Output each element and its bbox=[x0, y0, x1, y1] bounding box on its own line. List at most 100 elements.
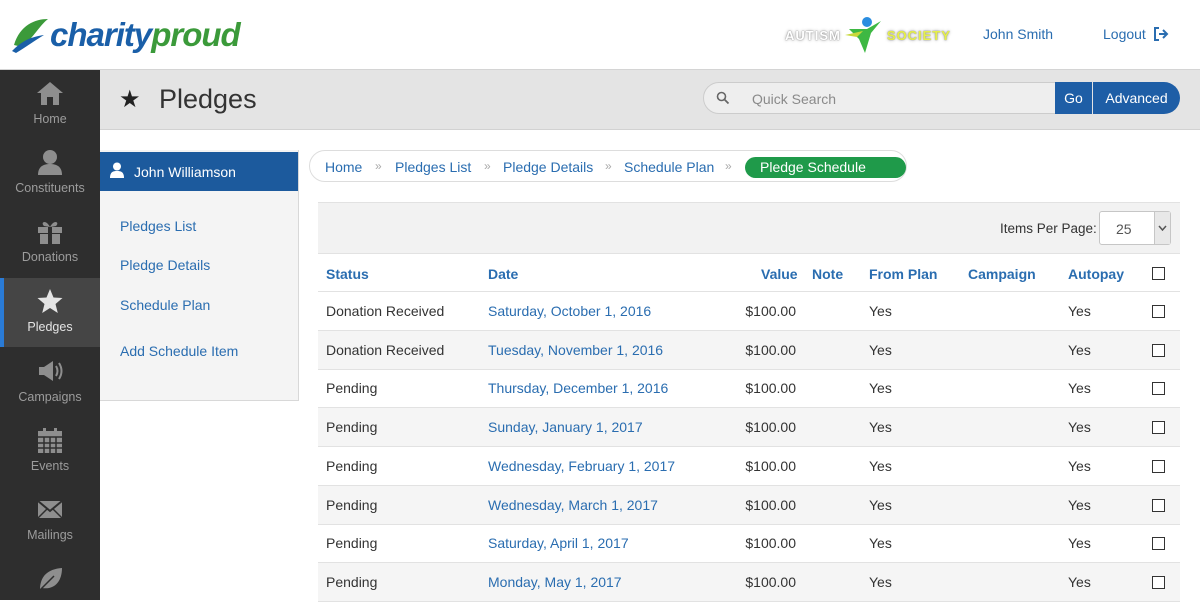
cell-date[interactable]: Saturday, April 1, 2017 bbox=[488, 535, 629, 551]
column-from-plan[interactable]: From Plan bbox=[869, 266, 937, 282]
person-icon bbox=[38, 150, 62, 175]
logout-icon bbox=[1153, 27, 1169, 41]
charityproud-logo[interactable]: charityproud bbox=[10, 12, 241, 58]
column-campaign[interactable]: Campaign bbox=[968, 266, 1036, 282]
table-row[interactable]: Pending Saturday, April 1, 2017 $100.00 Yes… bbox=[318, 524, 1180, 564]
cell-value: $100.00 bbox=[745, 496, 796, 513]
breadcrumb-pledge-details[interactable]: Pledge Details bbox=[503, 159, 593, 175]
subnav-pledge-details[interactable]: Pledge Details bbox=[120, 257, 210, 273]
sidebar-item-donations[interactable]: Donations bbox=[0, 208, 100, 277]
cell-date[interactable]: Thursday, December 1, 2016 bbox=[488, 380, 668, 396]
column-autopay[interactable]: Autopay bbox=[1068, 266, 1124, 282]
sidebar-item-constituents[interactable]: Constituents bbox=[0, 139, 100, 208]
person-header[interactable]: John Williamson bbox=[100, 152, 298, 191]
breadcrumb-separator: » bbox=[605, 159, 612, 173]
sidebar-item-label: Constituents bbox=[15, 181, 85, 195]
search-input[interactable] bbox=[752, 90, 1052, 108]
home-icon bbox=[37, 82, 63, 105]
cell-from-plan: Yes bbox=[869, 496, 892, 513]
sidebar-item-label: Home bbox=[33, 112, 67, 126]
row-checkbox[interactable] bbox=[1152, 421, 1165, 435]
table-row[interactable]: Pending Wednesday, March 1, 2017 $100.00 Ye… bbox=[318, 485, 1180, 525]
sidebar-item-home[interactable]: Home bbox=[0, 70, 100, 139]
person-icon bbox=[110, 162, 124, 178]
column-status[interactable]: Status bbox=[326, 266, 369, 282]
row-checkbox[interactable] bbox=[1152, 459, 1165, 473]
cell-date[interactable]: Wednesday, March 1, 2017 bbox=[488, 497, 658, 513]
subnav-add-schedule-item[interactable]: Add Schedule Item bbox=[120, 343, 238, 359]
column-date[interactable]: Date bbox=[488, 266, 518, 282]
megaphone-icon bbox=[39, 361, 63, 381]
sidebar-item-label: Events bbox=[30, 459, 70, 473]
page-header: ★ Pledges Go Advanced bbox=[100, 70, 1200, 130]
organization-logo: AUTISM SOCIETY bbox=[785, 14, 951, 56]
subnav-pledges-list[interactable]: Pledges List bbox=[120, 218, 196, 234]
advanced-search-button[interactable]: Advanced bbox=[1093, 82, 1180, 114]
breadcrumb-current: Pledge Schedule List bbox=[745, 157, 906, 196]
row-checkbox[interactable] bbox=[1152, 575, 1165, 589]
search-icon bbox=[716, 91, 730, 105]
logout-label: Logout bbox=[1103, 26, 1146, 42]
cell-value: $100.00 bbox=[745, 535, 796, 552]
quick-search: Go Advanced bbox=[703, 82, 1180, 114]
table-header: Status Date Value Note From Plan Campaig… bbox=[318, 253, 1180, 292]
cell-date[interactable]: Sunday, January 1, 2017 bbox=[488, 419, 643, 435]
subnav-schedule-plan[interactable]: Schedule Plan bbox=[120, 297, 210, 313]
column-note[interactable]: Note bbox=[812, 266, 843, 282]
cell-status: Donation Received bbox=[326, 341, 445, 358]
calendar-icon bbox=[38, 428, 62, 453]
table-row[interactable]: Pending Monday, May 1, 2017 $100.00 Yes Yes bbox=[318, 562, 1180, 602]
select-all-checkbox[interactable] bbox=[1152, 267, 1165, 280]
cell-date[interactable]: Saturday, October 1, 2016 bbox=[488, 303, 651, 319]
cell-value: $100.00 bbox=[745, 457, 796, 474]
sidebar-item-campaigns[interactable]: Campaigns bbox=[0, 348, 100, 417]
chevron-down-icon bbox=[1154, 212, 1170, 244]
row-checkbox[interactable] bbox=[1152, 343, 1165, 357]
cell-date[interactable]: Monday, May 1, 2017 bbox=[488, 574, 622, 590]
sidebar-item-events[interactable]: Events bbox=[0, 417, 100, 486]
row-checkbox[interactable] bbox=[1152, 537, 1165, 551]
cell-status: Pending bbox=[326, 496, 378, 513]
breadcrumb-separator: » bbox=[484, 159, 491, 173]
cell-status: Pending bbox=[326, 457, 378, 474]
page-title: Pledges bbox=[159, 84, 257, 114]
breadcrumb-home[interactable]: Home bbox=[325, 159, 362, 175]
user-name-link[interactable]: John Smith bbox=[983, 26, 1053, 42]
search-go-button[interactable]: Go bbox=[1055, 82, 1092, 114]
table-row[interactable]: Pending Sunday, January 1, 2017 $100.00 Yes… bbox=[318, 408, 1180, 448]
cell-value: $100.00 bbox=[745, 573, 796, 590]
cell-from-plan: Yes bbox=[869, 573, 892, 590]
leaf-icon bbox=[39, 568, 62, 591]
sidebar-item-pledges[interactable]: Pledges bbox=[0, 278, 100, 347]
row-checkbox[interactable] bbox=[1152, 498, 1165, 512]
sidebar-item-mailings[interactable]: Mailings bbox=[0, 486, 100, 555]
organization-figure-icon bbox=[844, 17, 881, 53]
cell-date[interactable]: Tuesday, November 1, 2016 bbox=[488, 342, 663, 358]
breadcrumb-separator: » bbox=[375, 159, 382, 173]
cell-from-plan: Yes bbox=[869, 341, 892, 358]
sidebar-item-label: Campaigns bbox=[18, 390, 82, 404]
cell-value: $100.00 bbox=[745, 419, 796, 436]
breadcrumb-schedule-plan[interactable]: Schedule Plan bbox=[624, 159, 714, 175]
table-row[interactable]: Pending Thursday, December 1, 2016 $100.00… bbox=[318, 369, 1180, 409]
cell-autopay: Yes bbox=[1068, 419, 1091, 436]
cell-value: $100.00 bbox=[745, 303, 796, 319]
row-checkbox[interactable] bbox=[1152, 305, 1165, 318]
breadcrumb: Home » Pledges List » Pledge Details » S… bbox=[309, 150, 907, 196]
table-row[interactable]: Donation Received Saturday, October 1, 20… bbox=[318, 292, 1180, 331]
sidebar-item-leaf[interactable] bbox=[0, 556, 100, 600]
pledge-subnav: John Williamson Pledges List Pledge Deta… bbox=[100, 150, 299, 401]
breadcrumb-pledges-list[interactable]: Pledges List bbox=[395, 159, 471, 175]
cell-from-plan: Yes bbox=[869, 380, 892, 397]
items-per-page-select[interactable]: 25 bbox=[1099, 211, 1171, 245]
cell-from-plan: Yes bbox=[869, 303, 892, 319]
cell-date[interactable]: Wednesday, February 1, 2017 bbox=[488, 458, 675, 474]
table-row[interactable]: Pending Wednesday, February 1, 2017 $100.0… bbox=[318, 447, 1180, 486]
cell-from-plan: Yes bbox=[869, 457, 892, 474]
person-name: John Williamson bbox=[134, 164, 236, 180]
logout-link[interactable]: Logout bbox=[1103, 26, 1169, 42]
table-row[interactable]: Donation Received Tuesday, November 1, 20… bbox=[318, 330, 1180, 370]
column-value[interactable]: Value bbox=[761, 266, 798, 282]
star-icon bbox=[37, 289, 63, 313]
row-checkbox[interactable] bbox=[1152, 382, 1165, 396]
